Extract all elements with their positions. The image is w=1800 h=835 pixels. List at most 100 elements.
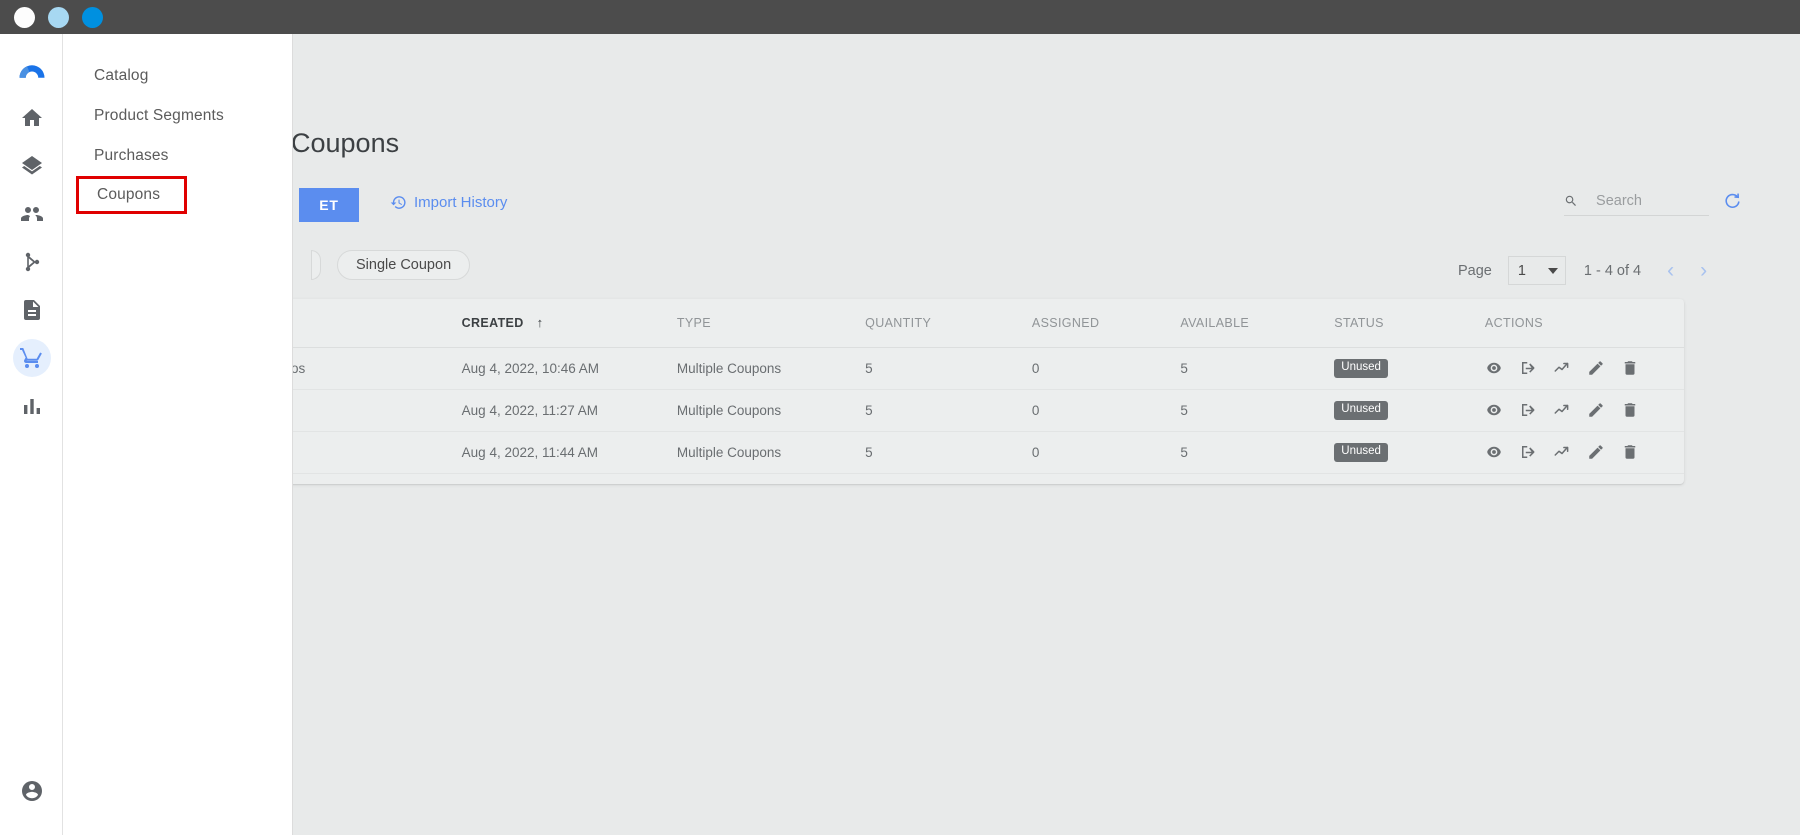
cell-quantity: 5 [865, 431, 1032, 474]
table-body: ios Aug 4, 2022, 10:46 AM Multiple Coupons… [268, 347, 1684, 484]
coupons-table-card: CREATED ↑ TYPE QUANTITY ASSIGNED AVAILABL… [268, 299, 1684, 484]
sidebar-item-journeys[interactable] [0, 238, 63, 286]
import-history-label: Import History [414, 194, 508, 211]
sidebar-item-layers[interactable] [0, 142, 63, 190]
column-header-status[interactable]: STATUS [1334, 299, 1485, 348]
chevron-right-icon[interactable]: › [1700, 260, 1707, 281]
table-row[interactable]: Aug 5, 2022, 4:42 PMMultiple Coupons000U… [268, 473, 1684, 484]
cell-quantity: 5 [865, 389, 1032, 432]
trending-up-icon[interactable] [1553, 443, 1571, 461]
table-row[interactable]: Aug 4, 2022, 11:44 AM Multiple Coupons 5 0 5… [268, 431, 1684, 474]
refresh-icon [1725, 193, 1740, 208]
assign-icon[interactable] [1519, 359, 1537, 377]
table-row[interactable]: ios Aug 4, 2022, 10:46 AM Multiple Coupons… [268, 347, 1684, 390]
layers-icon [21, 156, 42, 175]
reset-button[interactable]: ET [299, 188, 359, 222]
pencil-icon[interactable] [1587, 401, 1605, 419]
cell-type: Multiple Coupons [676, 431, 866, 474]
cell-created: Aug 4, 2022, 11:44 AM [461, 431, 677, 474]
cell-name [268, 389, 462, 432]
cell-quantity: 0 [865, 473, 1032, 484]
flyout-item-coupons[interactable]: Coupons [76, 176, 187, 214]
cell-actions [1485, 473, 1684, 484]
filter-chip-single-coupon[interactable]: Single Coupon [337, 250, 471, 280]
people-icon [20, 207, 43, 221]
table-header: CREATED ↑ TYPE QUANTITY ASSIGNED AVAILABL… [268, 299, 1684, 348]
column-header-actions: ACTIONS [1484, 299, 1684, 348]
commerce-flyout-menu: Catalog Product Segments Purchases Coupo… [63, 34, 293, 835]
chevron-left-icon[interactable]: ‹ [1667, 260, 1674, 281]
trash-icon[interactable] [1621, 359, 1639, 377]
window-close-button[interactable] [14, 6, 35, 28]
status-badge: Unused [1334, 359, 1388, 378]
cell-created: Aug 5, 2022, 4:42 PM [462, 473, 677, 484]
trash-icon[interactable] [1621, 443, 1639, 461]
eye-icon[interactable] [1485, 359, 1503, 377]
branch-icon [25, 252, 39, 272]
column-header-type[interactable]: TYPE [676, 299, 866, 348]
column-header-name[interactable] [268, 299, 462, 348]
status-badge: Unused [1334, 401, 1388, 420]
sidebar-item-audiences[interactable] [0, 190, 63, 238]
cell-type: Multiple Coupons [677, 473, 865, 484]
refresh-button[interactable] [1723, 192, 1742, 216]
pencil-icon[interactable] [1587, 359, 1605, 377]
sidebar-item-home[interactable] [0, 94, 63, 142]
column-header-assigned[interactable]: ASSIGNED [1031, 299, 1181, 348]
sort-asc-icon: ↑ [536, 315, 544, 331]
trending-up-icon[interactable] [1553, 359, 1571, 377]
sidebar-item-content[interactable] [0, 286, 63, 334]
trending-up-icon[interactable] [1553, 401, 1571, 419]
page-label: Page [1458, 262, 1492, 279]
app-logo[interactable] [0, 44, 63, 94]
row-action-group [1485, 401, 1684, 419]
table-row[interactable]: Aug 4, 2022, 11:27 AM Multiple Coupons 5 0 5… [268, 389, 1684, 432]
page-range-label: 1 - 4 of 4 [1583, 262, 1642, 279]
column-header-created-label: CREATED [461, 316, 524, 331]
cell-quantity: 5 [865, 347, 1032, 390]
sidebar-item-analytics[interactable] [0, 382, 63, 430]
column-header-created[interactable]: CREATED ↑ [461, 299, 677, 348]
window-maximize-button[interactable] [82, 6, 103, 28]
icon-rail [0, 34, 63, 835]
shopping-cart-icon [19, 348, 42, 368]
bar-chart-icon [23, 399, 40, 414]
cell-actions [1484, 389, 1684, 432]
sidebar-item-commerce[interactable] [0, 334, 63, 382]
cell-actions [1484, 347, 1684, 390]
window-minimize-button[interactable] [48, 6, 69, 28]
filter-chip-clipped[interactable] [311, 250, 321, 280]
account-button[interactable] [0, 767, 63, 815]
search-icon [1565, 195, 1576, 206]
document-icon [23, 300, 40, 320]
page-size-select[interactable]: 1 [1507, 256, 1566, 285]
eye-icon[interactable] [1485, 443, 1503, 461]
row-action-group [1485, 359, 1684, 377]
cell-available: 5 [1180, 389, 1335, 432]
assign-icon[interactable] [1519, 401, 1537, 419]
cell-assigned: 0 [1031, 431, 1181, 474]
flyout-item-product-segments[interactable]: Product Segments [63, 96, 292, 136]
cell-status: Unused [1334, 473, 1485, 484]
eye-icon[interactable] [1485, 401, 1503, 419]
cell-status: Unused [1334, 389, 1485, 432]
column-header-quantity[interactable]: QUANTITY [865, 299, 1032, 348]
history-icon [390, 196, 406, 209]
flyout-item-purchases[interactable]: Purchases [63, 136, 292, 176]
chevron-down-icon [1547, 267, 1558, 274]
cell-available: 0 [1180, 473, 1334, 484]
status-badge: Unused [1334, 443, 1388, 462]
search-box[interactable] [1564, 186, 1709, 216]
pencil-icon[interactable] [1587, 443, 1605, 461]
column-header-available[interactable]: AVAILABLE [1180, 299, 1335, 348]
page-title: Coupons [291, 128, 400, 158]
cell-assigned: 0 [1031, 389, 1181, 432]
cell-created: Aug 4, 2022, 11:27 AM [461, 389, 677, 432]
flyout-item-catalog[interactable]: Catalog [63, 56, 292, 96]
home-icon [21, 109, 42, 126]
assign-icon[interactable] [1519, 443, 1537, 461]
import-history-button[interactable]: Import History [390, 194, 507, 211]
search-input[interactable] [1596, 192, 1709, 209]
main-content: Coupons ET Import History Single Coupon … [63, 34, 1800, 835]
trash-icon[interactable] [1621, 401, 1639, 419]
